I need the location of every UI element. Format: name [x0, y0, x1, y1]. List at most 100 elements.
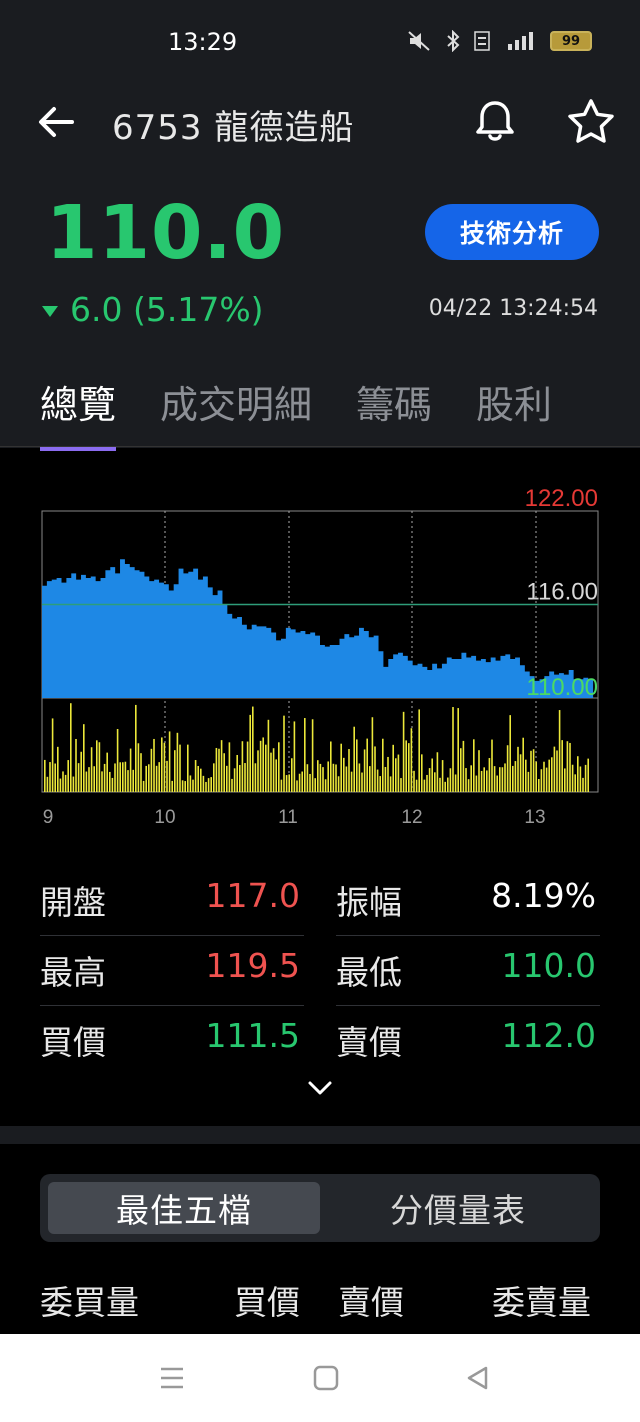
volume-bar	[301, 771, 303, 792]
volume-bar	[298, 773, 301, 792]
volume-bar	[452, 707, 454, 792]
volume-bar	[363, 749, 366, 792]
volume-bar	[525, 759, 527, 792]
volume-bar	[275, 759, 277, 792]
volume-bar	[569, 742, 571, 792]
volume-bar	[522, 737, 524, 792]
tab-divider	[0, 446, 640, 447]
bell-icon[interactable]	[470, 96, 520, 146]
price-volume-tab[interactable]: 分價量表	[324, 1182, 592, 1234]
technical-analysis-button[interactable]: 技術分析	[425, 204, 599, 260]
volume-bar	[512, 765, 514, 792]
volume-bar	[577, 756, 579, 792]
tab-overview[interactable]: 總覽	[40, 374, 117, 451]
volume-bar	[179, 744, 181, 792]
tab-trade-details[interactable]: 成交明細	[160, 374, 312, 429]
volume-bar	[244, 763, 246, 792]
volume-bar	[270, 752, 272, 792]
volume-bar	[447, 777, 449, 792]
tab-chips[interactable]: 籌碼	[356, 374, 432, 429]
ask-price-header: 賣價	[338, 1283, 404, 1322]
volume-bar	[519, 754, 522, 792]
volume-bar	[353, 726, 355, 792]
volume-bar	[88, 767, 90, 792]
4g-signal-icon	[508, 32, 533, 50]
volume-bar	[574, 774, 576, 792]
open-label: 開盤	[40, 883, 106, 922]
low-value: 110.0	[501, 946, 596, 985]
volume-bar	[556, 750, 558, 792]
volume-bar	[150, 748, 153, 792]
x-tick-label: 10	[154, 807, 175, 828]
volume-bar	[548, 759, 550, 792]
volume-bar	[220, 740, 223, 792]
volume-bar	[166, 760, 168, 792]
x-tick-label: 12	[401, 807, 422, 828]
intraday-chart[interactable]: 122.00 116.00 110.00 9 10 11 12 13	[0, 470, 640, 840]
volume-bar	[257, 750, 259, 792]
chevron-down-icon[interactable]	[304, 1074, 336, 1102]
volume-bar	[480, 770, 483, 792]
back-arrow-icon[interactable]	[34, 100, 78, 144]
tab-dividend[interactable]: 股利	[476, 374, 552, 429]
best-five-tab[interactable]: 最佳五檔	[48, 1182, 320, 1234]
volume-bar	[304, 718, 306, 792]
volume-bar	[155, 765, 158, 792]
home-icon[interactable]	[312, 1364, 340, 1392]
bid-value: 111.5	[205, 1016, 300, 1055]
volume-bar	[148, 764, 150, 792]
x-tick-label: 9	[43, 807, 54, 828]
volume-bar	[202, 775, 205, 792]
volume-bar	[278, 742, 280, 792]
volume-bar	[46, 776, 49, 792]
volume-bar	[478, 750, 480, 792]
volume-bar	[535, 761, 537, 792]
stats-row: 買價 111.5 賣價 112.0	[40, 1006, 600, 1076]
volume-bar	[158, 762, 160, 792]
star-icon[interactable]	[565, 96, 617, 148]
volume-bar	[283, 715, 285, 792]
volume-bar	[426, 774, 428, 792]
volume-bar	[483, 767, 485, 792]
volume-bar	[161, 737, 163, 792]
volume-bar	[496, 775, 498, 792]
volume-bar	[553, 746, 556, 792]
x-tick-label: 13	[524, 807, 545, 828]
volume-bar	[205, 781, 207, 792]
status-icons: 99	[406, 30, 592, 52]
back-nav-icon[interactable]	[464, 1364, 492, 1392]
last-price: 110.0	[46, 190, 286, 276]
volume-bar	[348, 749, 350, 792]
volume-bar	[311, 719, 314, 792]
volume-bar	[72, 776, 75, 792]
volume-bar	[379, 776, 381, 792]
volume-bar	[83, 724, 85, 792]
volume-bar	[384, 766, 387, 792]
volume-bar	[137, 743, 140, 792]
volume-bar	[319, 763, 322, 792]
volume-bar	[77, 763, 80, 792]
volume-bar	[439, 777, 441, 792]
volte-icon	[474, 31, 490, 51]
volume-bar	[309, 773, 311, 792]
volume-bar	[538, 778, 540, 792]
volume-bar	[129, 748, 132, 792]
amplitude-label: 振幅	[336, 883, 402, 922]
volume-bar	[335, 764, 337, 792]
volume-bar	[330, 741, 332, 792]
volume-bar	[192, 779, 194, 792]
volume-bar	[397, 754, 400, 792]
high-label: 最高	[40, 953, 106, 992]
volume-bar	[545, 767, 548, 792]
volume-bar	[241, 741, 244, 792]
volume-bar	[421, 754, 423, 792]
volume-bar	[473, 739, 475, 792]
volume-bar	[374, 746, 376, 792]
volume-bar	[571, 764, 574, 792]
volume-bar	[532, 749, 535, 792]
volume-bar	[566, 741, 569, 792]
volume-bar	[582, 777, 584, 792]
menu-icon[interactable]	[158, 1364, 186, 1392]
volume-bar	[64, 774, 67, 792]
low-label: 最低	[336, 953, 402, 992]
